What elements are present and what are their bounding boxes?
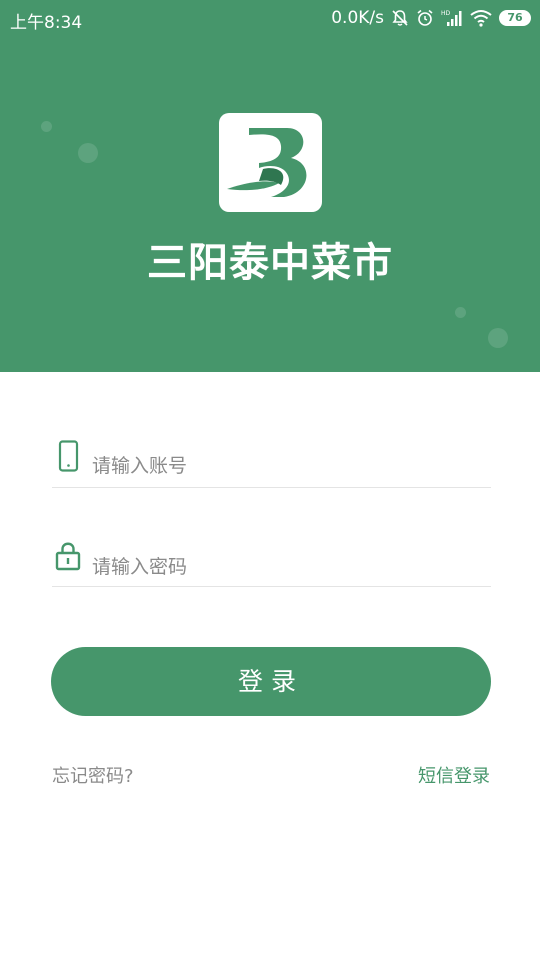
wifi-icon: [470, 10, 492, 27]
app-logo: [219, 113, 322, 212]
alarm-icon: [417, 9, 433, 26]
sms-login-link[interactable]: 短信登录: [418, 762, 490, 788]
status-bar: 上午8:34 0.0K/s HD 76: [0, 0, 540, 38]
battery-icon: 76: [499, 10, 531, 26]
b-logo-icon: [227, 128, 307, 197]
phone-icon: [58, 440, 79, 472]
decor-bubble: [78, 143, 98, 163]
decor-bubble: [41, 121, 52, 132]
decor-bubble: [455, 307, 466, 318]
login-button[interactable]: 登录: [51, 647, 491, 716]
header-banner: 上午8:34 0.0K/s HD 76 三阳泰中菜市: [0, 0, 540, 372]
status-time: 上午8:34: [10, 13, 83, 33]
password-field[interactable]: [52, 537, 491, 587]
network-speed: 0.0K/s: [331, 8, 384, 28]
app-title: 三阳泰中菜市: [147, 240, 393, 286]
account-field[interactable]: [52, 438, 491, 488]
status-icons: 0.0K/s HD 76: [331, 8, 531, 28]
forgot-password-link[interactable]: 忘记密码?: [52, 762, 134, 788]
decor-bubble: [488, 328, 508, 348]
account-input[interactable]: [92, 446, 491, 486]
svg-text:HD: HD: [441, 10, 451, 17]
lock-icon: [55, 542, 81, 571]
mute-bell-icon: [392, 10, 408, 26]
password-input[interactable]: [92, 547, 491, 587]
signal-icon: HD: [441, 10, 462, 26]
